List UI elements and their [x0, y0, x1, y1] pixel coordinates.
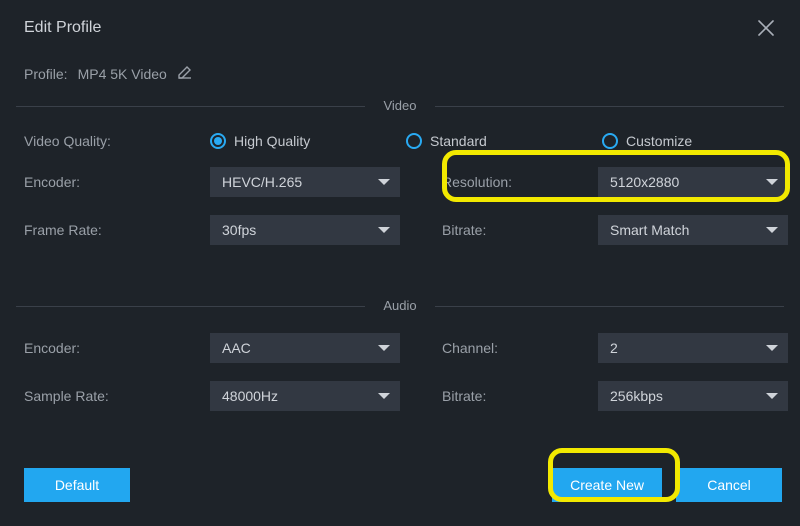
- radio-label: High Quality: [234, 133, 310, 149]
- radio-icon: [210, 133, 226, 149]
- video-bitrate-select[interactable]: Smart Match: [598, 215, 788, 245]
- sample-rate-label: Sample Rate:: [24, 388, 204, 404]
- select-value: AAC: [222, 340, 251, 356]
- frame-rate-select[interactable]: 30fps: [210, 215, 400, 245]
- chevron-down-icon: [378, 393, 390, 399]
- chevron-down-icon: [766, 345, 778, 351]
- channel-label: Channel:: [442, 340, 592, 356]
- radio-label: Customize: [626, 133, 692, 149]
- select-value: 256kbps: [610, 388, 663, 404]
- audio-encoder-label: Encoder:: [24, 340, 204, 356]
- profile-label: Profile:: [24, 66, 68, 82]
- sample-rate-select[interactable]: 48000Hz: [210, 381, 400, 411]
- create-new-button[interactable]: Create New: [552, 468, 662, 502]
- select-value: 48000Hz: [222, 388, 278, 404]
- radio-standard[interactable]: Standard: [406, 133, 602, 149]
- audio-section-header: Audio: [16, 297, 784, 315]
- chevron-down-icon: [766, 227, 778, 233]
- chevron-down-icon: [766, 393, 778, 399]
- select-value: 5120x2880: [610, 174, 679, 190]
- select-value: 2: [610, 340, 618, 356]
- audio-encoder-select[interactable]: AAC: [210, 333, 400, 363]
- audio-bitrate-select[interactable]: 256kbps: [598, 381, 788, 411]
- chevron-down-icon: [766, 179, 778, 185]
- radio-icon: [602, 133, 618, 149]
- channel-select[interactable]: 2: [598, 333, 788, 363]
- default-button[interactable]: Default: [24, 468, 130, 502]
- radio-icon: [406, 133, 422, 149]
- resolution-label: Resolution:: [442, 174, 592, 190]
- radio-label: Standard: [430, 133, 487, 149]
- chevron-down-icon: [378, 179, 390, 185]
- select-value: 30fps: [222, 222, 256, 238]
- profile-name: MP4 5K Video: [78, 66, 167, 82]
- video-bitrate-label: Bitrate:: [442, 222, 592, 238]
- select-value: Smart Match: [610, 222, 689, 238]
- audio-bitrate-label: Bitrate:: [442, 388, 592, 404]
- resolution-select[interactable]: 5120x2880: [598, 167, 788, 197]
- close-icon[interactable]: [752, 14, 780, 42]
- chevron-down-icon: [378, 345, 390, 351]
- video-encoder-label: Encoder:: [24, 174, 204, 190]
- window-title: Edit Profile: [24, 19, 101, 37]
- radio-high-quality[interactable]: High Quality: [210, 133, 406, 149]
- video-encoder-select[interactable]: HEVC/H.265: [210, 167, 400, 197]
- chevron-down-icon: [378, 227, 390, 233]
- video-quality-label: Video Quality:: [24, 133, 204, 149]
- edit-profile-icon[interactable]: [177, 64, 193, 83]
- radio-customize[interactable]: Customize: [602, 133, 692, 149]
- frame-rate-label: Frame Rate:: [24, 222, 204, 238]
- select-value: HEVC/H.265: [222, 174, 302, 190]
- cancel-button[interactable]: Cancel: [676, 468, 782, 502]
- video-section-header: Video: [16, 97, 784, 115]
